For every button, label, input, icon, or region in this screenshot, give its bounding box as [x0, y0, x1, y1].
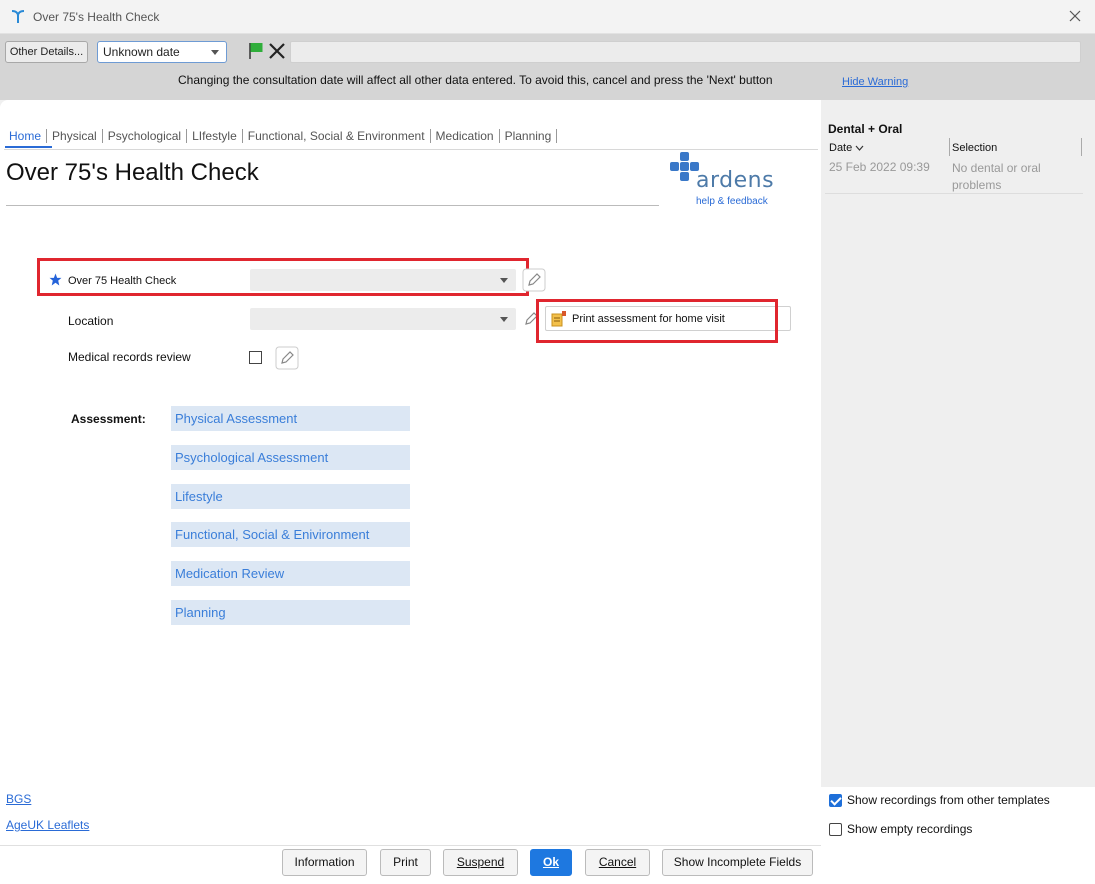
active-tab-indicator — [5, 146, 52, 148]
recording-selection: No dental or oral problems — [952, 161, 1041, 192]
date-warning-text: Changing the consultation date will affe… — [178, 73, 773, 87]
date-text-field[interactable] — [290, 41, 1081, 63]
cancel-button[interactable]: Cancel — [585, 849, 650, 876]
highlight-box-print — [536, 299, 778, 343]
column-separator — [1081, 138, 1082, 156]
medical-review-checkbox[interactable] — [249, 351, 262, 364]
suspend-button[interactable]: Suspend — [443, 849, 518, 876]
date-select-value: Unknown date — [103, 45, 180, 59]
chevron-down-icon — [211, 50, 219, 55]
other-details-button[interactable]: Other Details... — [5, 41, 88, 63]
planning-button[interactable]: Planning — [171, 600, 410, 625]
column-date-label: Date — [829, 142, 853, 154]
hide-warning-link[interactable]: Hide Warning — [842, 76, 908, 88]
location-label: Location — [68, 314, 114, 328]
ardens-logo[interactable]: ardens help & feedback — [668, 152, 783, 212]
functional-social-button[interactable]: Functional, Social & Enivironment — [171, 522, 410, 547]
health-check-combo[interactable] — [250, 269, 516, 291]
tab-medication[interactable]: Medication — [431, 128, 500, 143]
dialog-button-bar: Information Print Suspend Ok Cancel Show… — [0, 845, 821, 884]
psychological-assessment-button[interactable]: Psychological Assessment — [171, 445, 410, 470]
flag-icon[interactable] — [246, 41, 266, 61]
window-title: Over 75's Health Check — [33, 10, 160, 24]
show-other-templates-option[interactable]: Show recordings from other templates — [829, 793, 1050, 807]
tab-physical[interactable]: Physical — [47, 128, 103, 143]
consultation-toolbar: Other Details... Unknown date Changing t… — [0, 34, 1095, 100]
health-check-label: Over 75 Health Check — [68, 275, 177, 287]
title-bar: Over 75's Health Check — [0, 0, 1095, 34]
show-other-templates-checkbox[interactable] — [829, 793, 842, 807]
recording-date: 25 Feb 2022 09:39 — [829, 160, 930, 174]
medical-review-label: Medical records review — [68, 350, 191, 364]
show-empty-label: Show empty recordings — [847, 822, 973, 836]
chevron-down-icon — [855, 145, 864, 151]
consultation-date-select[interactable]: Unknown date — [97, 41, 227, 63]
help-feedback-link[interactable]: help & feedback — [696, 196, 768, 207]
ageuk-leaflets-link[interactable]: AgeUK Leaflets — [6, 818, 89, 832]
pencil-icon[interactable] — [275, 346, 299, 370]
show-empty-checkbox[interactable] — [829, 822, 842, 836]
column-header-selection[interactable]: Selection — [952, 142, 997, 154]
row-divider — [825, 193, 1083, 194]
close-icon[interactable] — [1065, 6, 1085, 26]
pencil-icon[interactable] — [522, 268, 546, 292]
star-icon — [49, 273, 62, 286]
chevron-down-icon — [500, 278, 508, 283]
column-header-date[interactable]: Date — [829, 142, 864, 154]
show-empty-option[interactable]: Show empty recordings — [829, 822, 972, 836]
information-button[interactable]: Information — [282, 849, 367, 876]
show-incomplete-fields-button[interactable]: Show Incomplete Fields — [662, 849, 813, 876]
medication-review-button[interactable]: Medication Review — [171, 561, 410, 586]
bottom-divider — [0, 845, 821, 846]
column-separator — [949, 138, 950, 156]
chevron-down-icon — [500, 317, 508, 322]
recordings-side-panel: Dental + Oral Date Selection 25 Feb 2022… — [821, 100, 1095, 884]
clear-date-icon[interactable] — [267, 41, 287, 61]
print-button[interactable]: Print — [380, 849, 431, 876]
tab-lifestyle[interactable]: LIfestyle — [187, 128, 243, 143]
tab-functional[interactable]: Functional, Social & Environment — [243, 128, 431, 143]
side-panel-heading: Dental + Oral — [828, 122, 903, 136]
tab-psychological[interactable]: Psychological — [103, 128, 188, 143]
tab-planning[interactable]: Planning — [500, 128, 558, 143]
bgs-link[interactable]: BGS — [6, 792, 31, 806]
tab-home[interactable]: Home — [4, 128, 48, 143]
assessment-label: Assessment: — [71, 412, 146, 426]
app-logo-icon — [11, 10, 25, 23]
logo-wordmark: ardens — [696, 168, 775, 193]
show-other-templates-label: Show recordings from other templates — [847, 793, 1050, 807]
location-combo[interactable] — [250, 308, 516, 330]
template-tabs: Home Physical Psychological LIfestyle Fu… — [4, 122, 818, 150]
lifestyle-button[interactable]: Lifestyle — [171, 484, 410, 509]
physical-assessment-button[interactable]: Physical Assessment — [171, 406, 410, 431]
title-divider — [6, 205, 659, 206]
ok-button[interactable]: Ok — [530, 849, 572, 876]
page-title: Over 75's Health Check — [6, 159, 259, 186]
main-panel: Home Physical Psychological LIfestyle Fu… — [0, 100, 1095, 884]
